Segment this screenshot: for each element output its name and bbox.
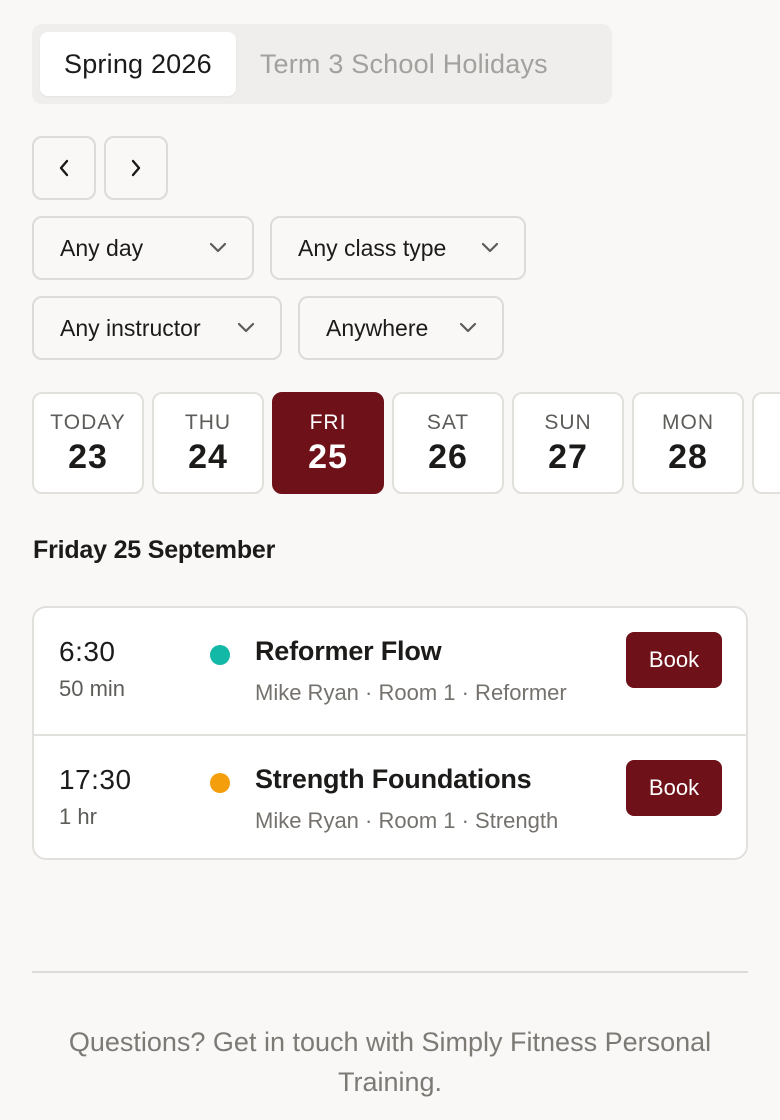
tab-spring-2026[interactable]: Spring 2026: [40, 32, 236, 96]
day-name: SUN: [544, 411, 592, 434]
selected-date-heading: Friday 25 September: [33, 536, 276, 564]
previous-week-button[interactable]: [32, 136, 96, 200]
day-name: MON: [662, 411, 714, 434]
day-tab-fri[interactable]: FRI 25: [272, 392, 384, 494]
location-filter-value: Anywhere: [326, 314, 429, 341]
session-duration: 1 hr: [59, 804, 97, 829]
term-tabs: Spring 2026 Term 3 School Holidays: [32, 24, 612, 104]
chevron-down-icon: [237, 322, 255, 333]
day-number: 27: [548, 438, 588, 476]
chevron-right-icon: [131, 159, 141, 177]
chevron-left-icon: [59, 159, 69, 177]
instructor-filter-value: Any instructor: [60, 314, 201, 341]
day-number: 28: [668, 438, 708, 476]
chevron-down-icon: [459, 322, 477, 333]
tab-term-3-school-holidays[interactable]: Term 3 School Holidays: [236, 32, 572, 96]
session-list: 6:30 50 min Reformer Flow Mike Ryan · Ro…: [32, 606, 748, 860]
class-type-filter-value: Any class type: [298, 234, 447, 261]
day-name: FRI: [309, 411, 347, 434]
day-name: TODAY: [50, 411, 126, 434]
footer-divider: [32, 971, 748, 973]
book-button[interactable]: Book: [626, 760, 722, 816]
location-filter-select[interactable]: Anywhere: [298, 296, 504, 360]
day-tab-next-partial[interactable]: [752, 392, 780, 494]
session-meta: Mike Ryan · Room 1 · Strength: [255, 808, 559, 833]
chevron-down-icon: [481, 242, 499, 253]
day-number: 26: [428, 438, 468, 476]
day-number: 25: [308, 438, 348, 476]
day-name: THU: [184, 411, 232, 434]
session-name: Strength Foundations: [255, 764, 532, 794]
class-type-dot: [210, 773, 230, 793]
footer-text: Questions? Get in touch with Simply Fitn…: [68, 1027, 712, 1097]
day-tab-sun[interactable]: SUN 27: [512, 392, 624, 494]
class-type-dot: [210, 645, 230, 665]
session-row: 6:30 50 min Reformer Flow Mike Ryan · Ro…: [34, 608, 746, 734]
day-filter-select[interactable]: Any day: [32, 216, 254, 280]
day-name: SAT: [426, 411, 470, 434]
chevron-down-icon: [209, 242, 227, 253]
session-row: 17:30 1 hr Strength Foundations Mike Rya…: [34, 734, 746, 858]
day-tab-thu[interactable]: THU 24: [152, 392, 264, 494]
session-meta: Mike Ryan · Room 1 · Reformer: [255, 680, 567, 705]
instructor-filter-select[interactable]: Any instructor: [32, 296, 282, 360]
session-duration: 50 min: [59, 676, 126, 701]
day-number: 23: [68, 438, 108, 476]
session-time: 6:30: [59, 636, 116, 667]
day-number: 24: [188, 438, 228, 476]
book-button[interactable]: Book: [626, 632, 722, 688]
session-name: Reformer Flow: [255, 636, 442, 666]
class-type-filter-select[interactable]: Any class type: [270, 216, 526, 280]
day-filter-value: Any day: [60, 234, 144, 261]
next-week-button[interactable]: [104, 136, 168, 200]
session-time: 17:30: [59, 764, 132, 795]
day-tab-mon[interactable]: MON 28: [632, 392, 744, 494]
day-tab-sat[interactable]: SAT 26: [392, 392, 504, 494]
day-tab-today[interactable]: TODAY 23: [32, 392, 144, 494]
